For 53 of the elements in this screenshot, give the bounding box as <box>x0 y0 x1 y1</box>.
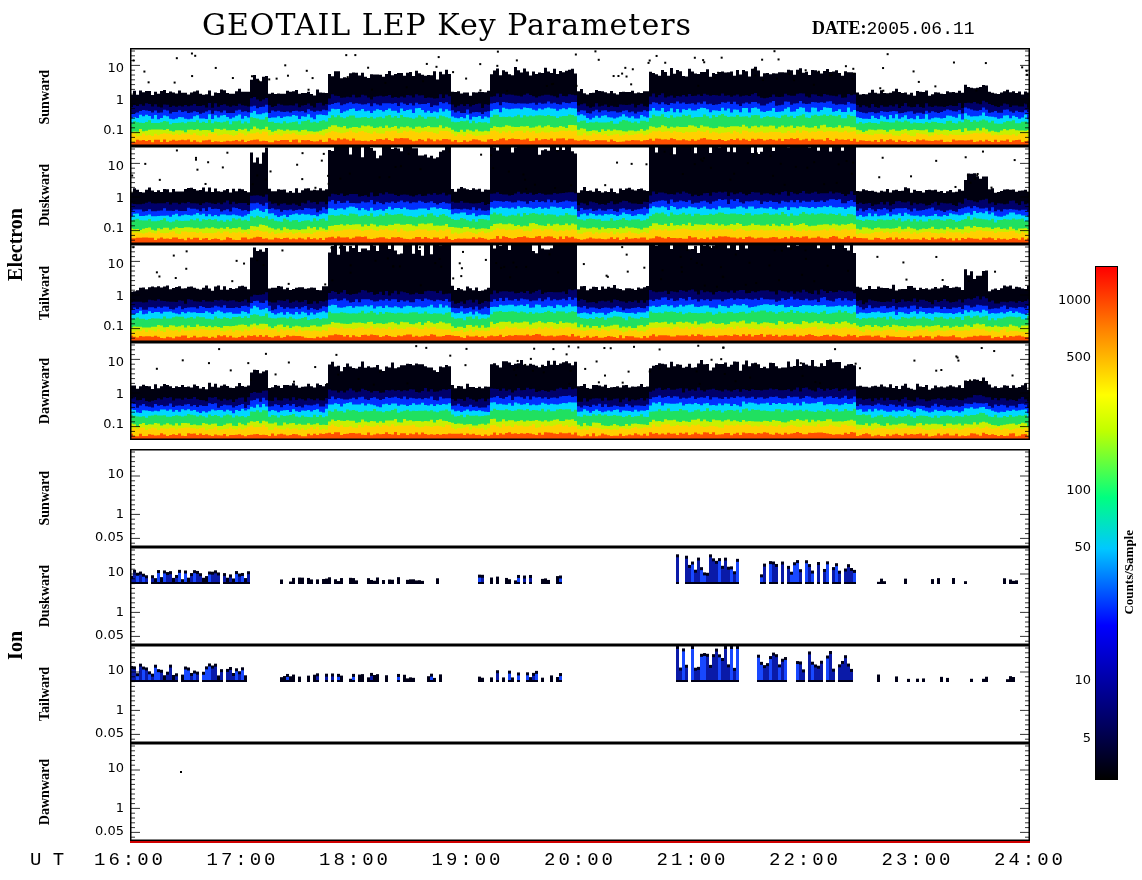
panel-label: Dawnward <box>37 758 53 826</box>
date-label: DATE:2005.06.11 <box>811 17 975 39</box>
y-tick-label: 1 <box>115 385 124 402</box>
panel-label: Tailward <box>37 266 53 320</box>
panel-label: Sunward <box>37 470 53 526</box>
colorbar-tick-label: 5 <box>1082 729 1091 746</box>
chart-title: GEOTAIL LEP Key Parameters <box>202 6 692 42</box>
y-tick-label: 10 <box>107 255 124 272</box>
panel-label: Tailward <box>37 667 53 721</box>
colorbar-tick-label: 10 <box>1074 672 1091 689</box>
panel-label: Sunward <box>37 69 53 125</box>
y-tick-label: 10 <box>107 157 124 174</box>
y-tick-label: 0.05 <box>95 627 124 644</box>
colorbar-tick-label: 500 <box>1066 348 1091 365</box>
y-tick-label: 10 <box>107 353 124 370</box>
y-tick-label: 1 <box>115 287 124 304</box>
y-tick-label: 1 <box>115 603 124 620</box>
y-tick-label: 0.1 <box>103 220 124 237</box>
x-tick-label: 20:00 <box>544 849 616 871</box>
colorbar-label: Counts/Sample <box>1121 530 1137 615</box>
y-tick-label: 1 <box>115 701 124 718</box>
x-tick-label: 18:00 <box>319 849 391 871</box>
colorbar-tick-label: 1000 <box>1057 291 1091 308</box>
y-tick-label: 0.05 <box>95 725 124 742</box>
group-label: Ion <box>3 630 27 660</box>
y-tick-label: 0.05 <box>95 823 124 840</box>
x-tick-label: 23:00 <box>881 849 954 871</box>
y-tick-label: 0.05 <box>95 529 124 546</box>
y-tick-label: 10 <box>107 760 124 777</box>
x-tick-label: 16:00 <box>94 849 166 871</box>
y-tick-label: 1 <box>115 799 124 816</box>
x-tick-label: 19:00 <box>431 849 504 871</box>
y-tick-label: 10 <box>107 466 124 483</box>
group-label: Electron <box>3 207 27 281</box>
y-tick-label: 10 <box>107 59 124 76</box>
x-tick-label: 17:00 <box>206 849 279 871</box>
y-tick-label: 10 <box>107 662 124 679</box>
x-tick-label: 24:00 <box>994 849 1066 871</box>
y-tick-label: 0.1 <box>103 318 124 335</box>
panel-label: Dawnward <box>37 357 53 425</box>
y-tick-label: 0.1 <box>103 416 124 433</box>
panel-label: Duskward <box>37 564 53 628</box>
colorbar-tick-label: 100 <box>1066 481 1091 498</box>
panel-label: Duskward <box>37 163 53 227</box>
y-tick-label: 1 <box>115 91 124 108</box>
y-tick-label: 10 <box>107 564 124 581</box>
y-tick-label: 0.1 <box>103 122 124 139</box>
y-tick-label: 1 <box>115 189 124 206</box>
x-axis-label: U T <box>30 849 65 871</box>
x-tick-label: 21:00 <box>656 849 729 871</box>
colorbar-tick-label: 50 <box>1074 539 1091 556</box>
y-tick-label: 1 <box>115 505 124 522</box>
x-tick-label: 22:00 <box>769 849 841 871</box>
